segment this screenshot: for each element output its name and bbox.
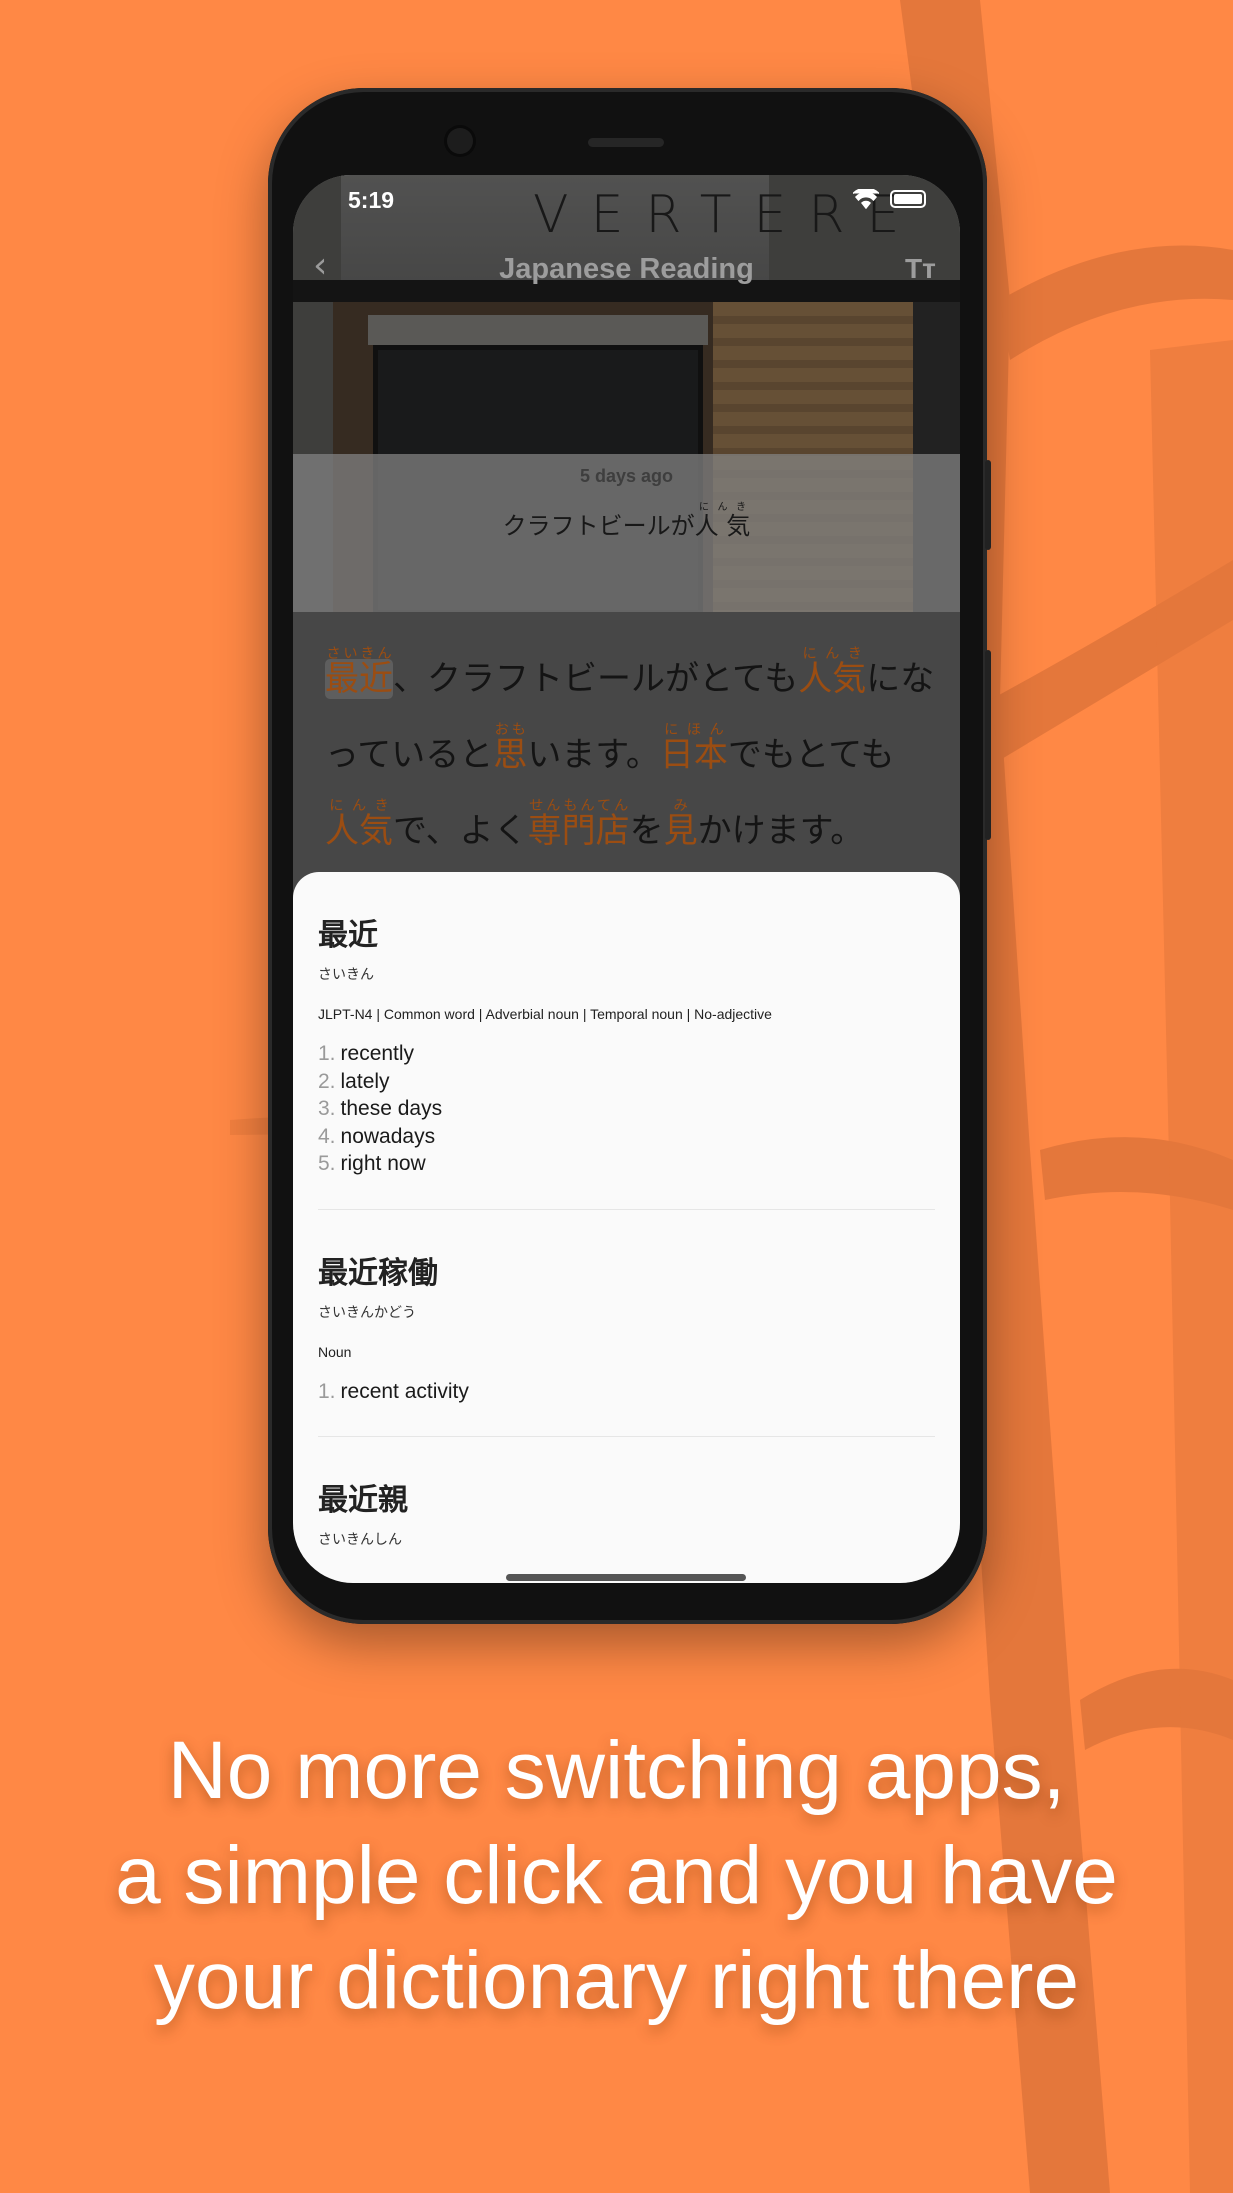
front-camera bbox=[447, 128, 473, 154]
definition-text: recent activity bbox=[340, 1379, 469, 1403]
furigana: せんもんてん bbox=[527, 798, 630, 814]
word-base: 見 bbox=[663, 811, 698, 851]
definition-item: 3. these days bbox=[318, 1095, 935, 1123]
vocab-word[interactable]: 人気にんき bbox=[798, 646, 867, 699]
text-segment: クラフトビールが bbox=[502, 512, 695, 540]
furigana: にんき bbox=[694, 502, 751, 513]
phone-power-button bbox=[985, 650, 991, 840]
furigana: おも bbox=[493, 722, 528, 738]
entry-reading: さいきん bbox=[318, 967, 374, 983]
caption-line: No more switching apps, bbox=[167, 1725, 1066, 1816]
word-base: 思 bbox=[493, 735, 528, 775]
home-indicator[interactable] bbox=[506, 1574, 746, 1581]
definition-item: 5. right now bbox=[318, 1150, 935, 1178]
entry-word: 最近親 bbox=[318, 1483, 408, 1518]
definition-text: these days bbox=[340, 1097, 443, 1120]
caption-line: a simple click and you have bbox=[115, 1830, 1118, 1921]
furigana: にほん bbox=[659, 722, 728, 738]
word-base: 人気 bbox=[798, 659, 867, 699]
text-segment: 、クラフトビールがとても bbox=[393, 659, 799, 699]
article-title: クラフトビールが人 気にんき bbox=[293, 502, 960, 541]
definition-number: 5. bbox=[318, 1152, 336, 1175]
dictionary-entry: 最近親 さいきんしん bbox=[318, 1437, 935, 1549]
text-size-icon[interactable]: Tт bbox=[905, 253, 936, 285]
definition-number: 4. bbox=[318, 1124, 336, 1148]
vocab-word[interactable]: 人 気にんき bbox=[694, 502, 751, 540]
entry-word: 最近稼働 bbox=[318, 1255, 438, 1291]
definition-list: 1. recently 2. lately 3. these days 4. nowadays… bbox=[318, 1040, 935, 1178]
furigana: み bbox=[663, 798, 698, 814]
caption-line: your dictionary right there bbox=[153, 1935, 1080, 2026]
text-segment: で、よく bbox=[393, 811, 528, 851]
entry-word: 最近 bbox=[318, 918, 378, 953]
word-base: 専門店 bbox=[527, 811, 630, 851]
nav-title: Japanese Reading bbox=[499, 253, 754, 285]
entry-reading: さいきんかどう bbox=[318, 1304, 416, 1321]
vocab-word[interactable]: 最近さいきん bbox=[325, 646, 393, 699]
word-base: 最近 bbox=[325, 659, 393, 699]
status-time: 5:19 bbox=[348, 187, 395, 213]
word-base: 人 気 bbox=[694, 512, 751, 540]
definition-item: 2. lately bbox=[318, 1068, 935, 1096]
dictionary-bottom-sheet[interactable]: 最近 さいきん JLPT-N4 | Common word | Adverbial… bbox=[293, 872, 960, 1583]
promo-caption: No more switching apps, a simple click a… bbox=[0, 1718, 1233, 2033]
definition-item: 1. recent activity bbox=[318, 1378, 935, 1406]
phone-volume-button bbox=[985, 460, 991, 550]
vocab-word[interactable]: 人気にんき bbox=[325, 798, 393, 851]
text-segment: います。 bbox=[527, 735, 660, 775]
vocab-word[interactable]: 思おも bbox=[493, 722, 528, 775]
entry-tags: Noun bbox=[318, 1343, 352, 1360]
entry-tags: JLPT-N4 | Common word | Adverbial noun |… bbox=[318, 1006, 772, 1022]
furigana: にんき bbox=[798, 646, 867, 662]
definition-text: nowadays bbox=[340, 1124, 436, 1148]
article-date: 5 days ago bbox=[579, 466, 674, 486]
battery-icon bbox=[890, 190, 926, 208]
text-segment: かけます。 bbox=[697, 811, 865, 851]
furigana: にんき bbox=[325, 798, 393, 814]
definition-text: lately bbox=[340, 1069, 390, 1093]
app-screen: VERTERE 5:19 ‹ Japanese Reading Tт 5 day… bbox=[293, 175, 960, 1583]
vocab-word[interactable]: 見み bbox=[663, 798, 698, 851]
definition-text: recently bbox=[340, 1042, 415, 1065]
definition-item: 1. recently bbox=[318, 1040, 935, 1068]
dictionary-entry: 最近 さいきん JLPT-N4 | Common word | Adverbial… bbox=[318, 872, 935, 1210]
definition-number: 1. bbox=[318, 1042, 336, 1065]
article-title-band: 5 days ago クラフトビールが人 気にんき bbox=[293, 454, 960, 612]
furigana: さいきん bbox=[325, 646, 393, 662]
definition-item: 4. nowadays bbox=[318, 1123, 935, 1151]
text-segment: を bbox=[629, 811, 664, 851]
vocab-word[interactable]: 日本にほん bbox=[659, 722, 728, 775]
article-body: 最近さいきん、クラフトビールがとても人気にんきになっていると思おもいます。日本に… bbox=[325, 641, 935, 869]
vocab-word[interactable]: 専門店せんもんてん bbox=[527, 798, 630, 851]
word-base: 日本 bbox=[659, 735, 728, 775]
earpiece-speaker bbox=[588, 138, 664, 147]
definition-text: right now bbox=[340, 1152, 426, 1175]
wifi-icon bbox=[853, 189, 879, 209]
definition-number: 2. bbox=[318, 1069, 336, 1093]
word-base: 人気 bbox=[325, 811, 393, 851]
definition-number: 3. bbox=[318, 1097, 336, 1120]
entry-reading: さいきんしん bbox=[318, 1532, 402, 1548]
status-bar: 5:19 bbox=[293, 175, 960, 235]
dictionary-entry: 最近稼働 さいきんかどう Noun 1. recent activity bbox=[318, 1210, 935, 1437]
definition-number: 1. bbox=[318, 1379, 336, 1403]
text-segment: でもとても bbox=[727, 735, 895, 775]
nav-bar: ‹ Japanese Reading Tт bbox=[293, 245, 960, 301]
definition-list: 1. recent activity bbox=[318, 1378, 935, 1406]
